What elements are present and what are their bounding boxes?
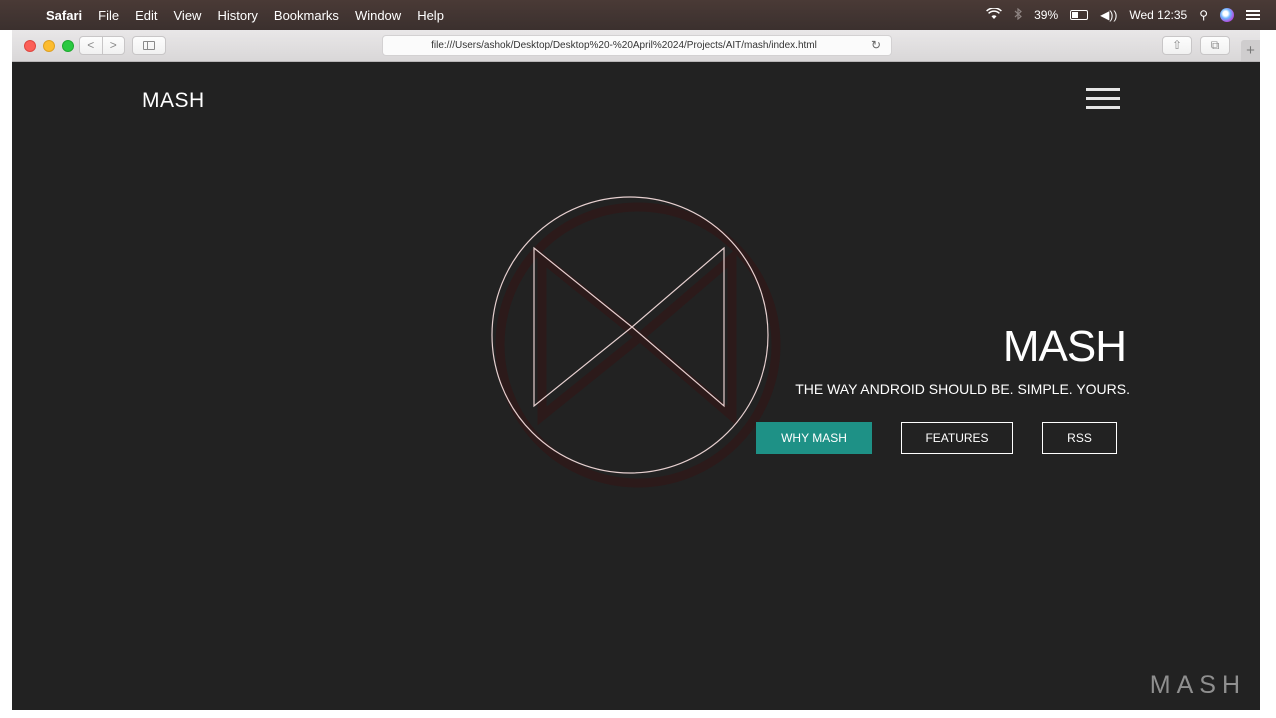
footer-watermark: MASH	[1149, 671, 1246, 699]
reload-icon[interactable]: ↻	[871, 36, 881, 55]
wifi-icon[interactable]	[986, 6, 1003, 23]
menu-edit[interactable]: Edit	[135, 8, 157, 23]
macos-menu-bar: Safari File Edit View History Bookmarks …	[0, 0, 1276, 30]
volume-icon[interactable]: ◀))	[1100, 8, 1117, 22]
address-bar[interactable]: file:///Users/ashok/Desktop/Desktop%20-%…	[382, 35, 892, 56]
menu-view[interactable]: View	[174, 8, 202, 23]
web-page: MASH MASH THE WAY ANDROID SHOULD BE. SIM…	[12, 62, 1260, 710]
zoom-window-button[interactable]	[62, 40, 74, 52]
rss-button[interactable]: RSS	[1042, 422, 1117, 454]
sidebar-icon	[143, 41, 155, 51]
app-menu-safari[interactable]: Safari	[46, 8, 82, 23]
hamburger-line	[1086, 97, 1120, 100]
bluetooth-icon[interactable]	[1014, 7, 1023, 23]
menu-window[interactable]: Window	[355, 8, 401, 23]
history-nav-group: < >	[79, 36, 125, 55]
back-button[interactable]: <	[80, 37, 102, 54]
window-controls	[24, 40, 74, 52]
show-tabs-button[interactable]: ⧉	[1200, 36, 1230, 55]
new-tab-button[interactable]: +	[1241, 40, 1260, 61]
why-mash-button[interactable]: WHY MASH	[756, 422, 872, 454]
safari-toolbar: < > file:///Users/ashok/Desktop/Desktop%…	[12, 30, 1260, 62]
address-url[interactable]: file:///Users/ashok/Desktop/Desktop%20-%…	[383, 36, 865, 55]
hamburger-line	[1086, 88, 1120, 91]
menu-clock[interactable]: Wed 12:35	[1129, 8, 1187, 22]
siri-icon[interactable]	[1220, 8, 1234, 22]
hero-tagline: THE WAY ANDROID SHOULD BE. SIMPLE. YOURS…	[795, 381, 1130, 397]
minimize-window-button[interactable]	[43, 40, 55, 52]
menu-file[interactable]: File	[98, 8, 119, 23]
site-brand[interactable]: MASH	[142, 89, 205, 113]
notification-center-icon[interactable]	[1246, 10, 1260, 20]
battery-percent: 39%	[1034, 8, 1059, 22]
features-button[interactable]: FEATURES	[901, 422, 1013, 454]
sidebar-toggle-button[interactable]	[132, 36, 166, 55]
share-button[interactable]: ⇧	[1162, 36, 1192, 55]
hamburger-line	[1086, 106, 1120, 109]
menu-history[interactable]: History	[217, 8, 257, 23]
close-window-button[interactable]	[24, 40, 36, 52]
mash-logo-icon	[491, 196, 781, 488]
hamburger-menu-icon[interactable]	[1086, 87, 1120, 111]
hero-title: MASH	[1002, 322, 1127, 371]
menu-bookmarks[interactable]: Bookmarks	[274, 8, 339, 23]
menu-help[interactable]: Help	[417, 8, 444, 23]
battery-icon[interactable]	[1070, 10, 1089, 20]
spotlight-search-icon[interactable]: ⚲	[1199, 8, 1208, 22]
forward-button[interactable]: >	[101, 37, 125, 54]
